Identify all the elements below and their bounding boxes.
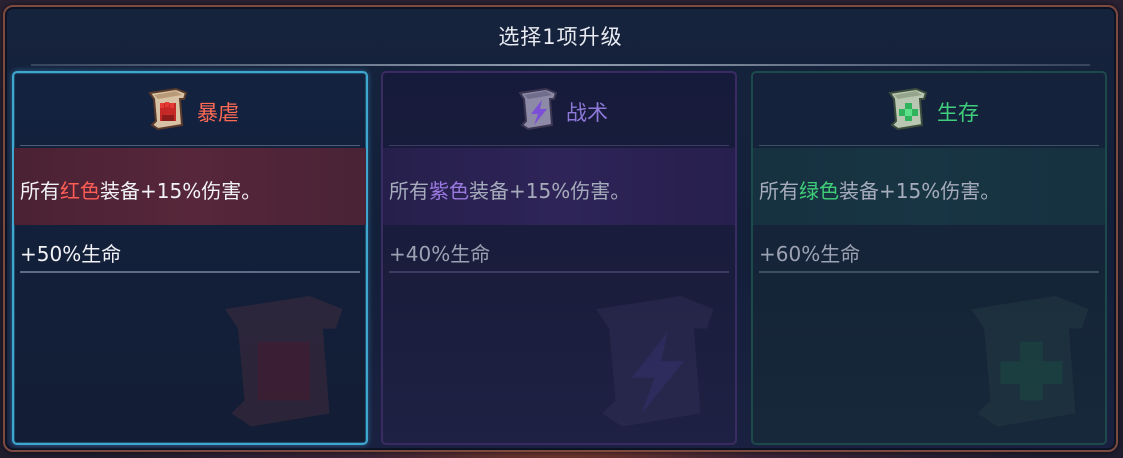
- bonus-divider: [20, 271, 360, 273]
- bonus-row: +60%生命: [753, 225, 1105, 273]
- bonus-text: +50%生命: [20, 242, 122, 266]
- header-divider: [20, 145, 360, 146]
- effect-suffix: 装备+15%伤害。: [839, 179, 1001, 203]
- title-divider: [31, 64, 1090, 66]
- panel-title: 选择1项升级: [498, 25, 623, 49]
- card-header: 战术: [383, 73, 735, 146]
- bonus-text: +60%生命: [759, 242, 861, 266]
- card-header: 生存: [753, 73, 1105, 146]
- effect-prefix: 所有: [759, 179, 799, 203]
- purple-lightning-scroll-icon: [518, 87, 558, 131]
- green-cross-scroll-icon: [888, 87, 928, 131]
- upgrade-card-tyranny[interactable]: 暴虐 所有红色装备+15%伤害。 +50%生命: [12, 71, 368, 445]
- red-fist-scroll-icon: [148, 87, 188, 131]
- effect-text: 所有紫色装备+15%伤害。: [389, 175, 630, 204]
- bonus-row: +50%生命: [14, 225, 366, 273]
- effect-row: 所有红色装备+15%伤害。: [14, 148, 366, 225]
- effect-highlight: 绿色: [799, 179, 839, 203]
- upgrade-panel: 选择1项升级 暴虐 所有红色装备+15%伤害。 +50%生命 战术 所有紫色装备…: [3, 5, 1118, 452]
- effect-row: 所有紫色装备+15%伤害。: [383, 148, 735, 225]
- effect-highlight: 红色: [60, 179, 100, 203]
- upgrade-screen: 选择1项升级 暴虐 所有红色装备+15%伤害。 +50%生命 战术 所有紫色装备…: [0, 0, 1123, 458]
- category-label: 暴虐: [197, 101, 239, 125]
- red-fist-watermark-icon: [225, 296, 343, 427]
- effect-prefix: 所有: [20, 179, 60, 203]
- bonus-divider: [389, 271, 729, 273]
- header-divider: [759, 145, 1099, 146]
- category-label: 生存: [937, 101, 979, 125]
- effect-prefix: 所有: [389, 179, 429, 203]
- header-divider: [389, 145, 729, 146]
- bonus-row: +40%生命: [383, 225, 735, 273]
- effect-highlight: 紫色: [429, 179, 469, 203]
- effect-row: 所有绿色装备+15%伤害。: [753, 148, 1105, 225]
- green-cross-watermark-icon: [971, 296, 1089, 427]
- bonus-divider: [759, 271, 1099, 273]
- card-header: 暴虐: [14, 73, 366, 146]
- effect-suffix: 装备+15%伤害。: [100, 179, 262, 203]
- purple-lightning-watermark-icon: [596, 296, 714, 427]
- upgrade-card-tactics[interactable]: 战术 所有紫色装备+15%伤害。 +40%生命: [381, 71, 737, 445]
- category-label: 战术: [566, 101, 608, 125]
- upgrade-card-survival[interactable]: 生存 所有绿色装备+15%伤害。 +60%生命: [751, 71, 1107, 445]
- effect-text: 所有红色装备+15%伤害。: [20, 175, 261, 204]
- effect-suffix: 装备+15%伤害。: [469, 179, 631, 203]
- effect-text: 所有绿色装备+15%伤害。: [759, 175, 1000, 204]
- bonus-text: +40%生命: [389, 242, 491, 266]
